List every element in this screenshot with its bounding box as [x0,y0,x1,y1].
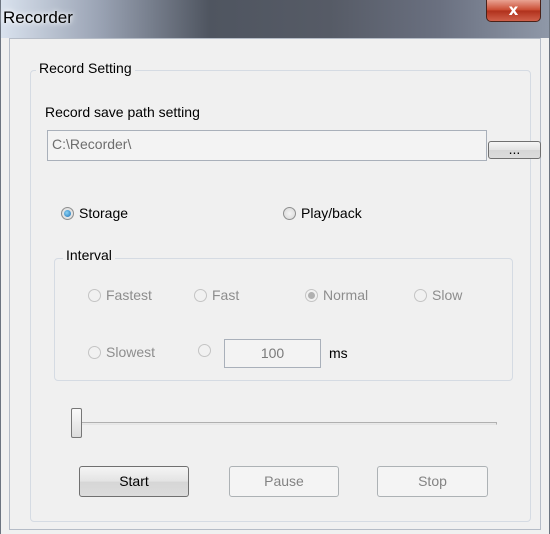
save-path-field[interactable]: C:\Recorder\ [47,130,487,161]
radio-slowest-label: Slowest [106,344,156,360]
ellipsis-icon: ... [508,141,521,157]
interval-legend: Interval [63,247,115,263]
radio-fast[interactable]: Fast [194,287,239,303]
radio-playback-indicator [283,206,296,220]
start-button[interactable]: Start [79,466,189,497]
radio-storage[interactable]: Storage [61,205,128,221]
radio-fast-indicator [194,288,207,302]
title-bar[interactable]: Recorder x [1,0,549,38]
radio-normal[interactable]: Normal [305,287,368,303]
radio-storage-indicator [61,206,74,220]
radio-playback[interactable]: Play/back [283,205,362,221]
pause-button[interactable]: Pause [229,466,339,497]
recorder-window: Recorder x Record Setting Record save pa… [0,0,550,534]
stop-button[interactable]: Stop [377,466,488,497]
radio-storage-label: Storage [79,205,129,221]
start-button-label: Start [119,473,149,489]
radio-fastest-label: Fastest [106,287,152,303]
radio-slow-indicator [414,288,427,302]
radio-playback-label: Play/back [301,205,362,221]
progress-slider-track[interactable] [77,422,497,425]
close-icon: x [508,1,519,19]
radio-fast-label: Fast [212,287,240,303]
custom-interval-unit: ms [329,345,348,361]
radio-slowest-indicator [88,345,101,359]
browse-button[interactable]: ... [488,141,541,159]
radio-custom-indicator [198,344,211,357]
radio-fastest[interactable]: Fastest [88,287,152,303]
radio-normal-indicator [305,288,318,302]
pause-button-label: Pause [264,473,304,489]
radio-normal-label: Normal [323,287,369,303]
custom-interval-field[interactable]: 100 [224,339,321,368]
progress-slider-thumb[interactable] [71,408,82,438]
radio-slowest[interactable]: Slowest [88,344,155,360]
window-title: Recorder [3,8,73,27]
radio-slow[interactable]: Slow [414,287,462,303]
radio-fastest-indicator [88,288,101,302]
radio-slow-label: Slow [432,287,463,303]
close-button[interactable]: x [486,0,541,22]
stop-button-label: Stop [418,473,447,489]
record-setting-legend: Record Setting [36,60,135,76]
radio-custom[interactable] [198,344,211,357]
save-path-label: Record save path setting [45,104,200,120]
